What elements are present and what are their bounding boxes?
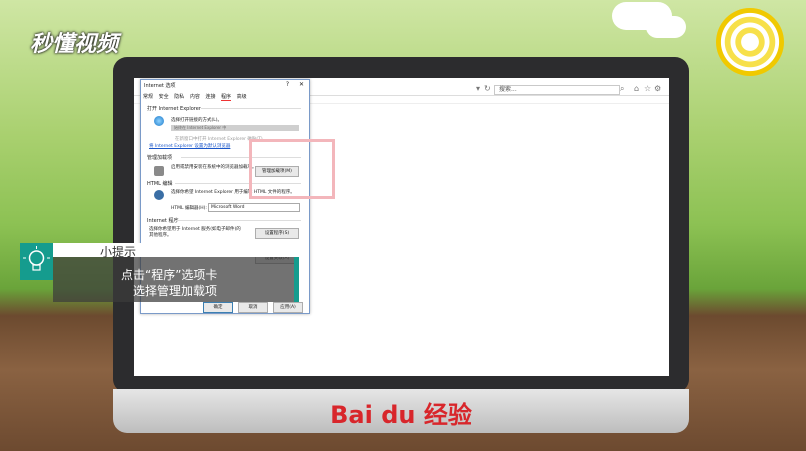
tab-privacy[interactable]: 隐私: [174, 93, 184, 100]
tip-line-2: 选择管理加载项: [133, 284, 218, 298]
ok-button[interactable]: 确定: [203, 302, 233, 313]
settings-icon[interactable]: ⚙: [654, 84, 661, 93]
html-editor-select[interactable]: Microsoft Word: [208, 203, 300, 212]
search-input[interactable]: 搜索...: [494, 85, 620, 95]
tab-strip: 常规 安全 隐私 内容 连接 程序 高级: [143, 93, 251, 101]
section-internet-programs: Internet 程序: [147, 218, 179, 224]
highlight-frame: [249, 139, 335, 199]
set-programs-button[interactable]: 设置程序(S): [255, 228, 299, 239]
monitor-chin: Bai du 经验: [113, 389, 689, 433]
brand-logo: 秒懂视频: [30, 32, 119, 57]
tip-stripe: [294, 257, 299, 302]
cloud: [646, 16, 686, 38]
home-icon[interactable]: ⌂: [634, 84, 639, 93]
tab-general[interactable]: 常规: [143, 93, 153, 100]
star-icon[interactable]: ☆: [644, 84, 651, 93]
addons-desc: 启用或禁用安装在系统中的浏览器加载项。: [171, 165, 257, 170]
html-editor-label: HTML 编辑器(H):: [171, 206, 207, 211]
baidu-logo: Bai du 经验: [330, 401, 472, 429]
section-open-ie: 打开 Internet Explorer: [147, 106, 201, 112]
screen: ▾ ↻ 搜索... ⌕ ⌂ ☆ ⚙ Internet 选项 ? ✕ 常规 安全 …: [134, 78, 669, 376]
divider: [175, 220, 301, 221]
cancel-button[interactable]: 取消: [238, 302, 268, 313]
lightbulb-icon: [20, 243, 53, 280]
close-button[interactable]: ✕: [299, 81, 304, 88]
default-browser-link[interactable]: 将 Internet Explorer 设置为默认浏览器: [149, 143, 230, 149]
search-icon[interactable]: ⌕: [620, 84, 624, 94]
sun-icon: [716, 8, 784, 76]
tab-content[interactable]: 内容: [190, 93, 200, 100]
section-html-editing: HTML 编辑: [147, 181, 173, 187]
ie-icon: [154, 116, 164, 126]
tip-line-1: 点击“程序”选项卡: [121, 268, 218, 282]
html-edit-icon: [154, 190, 164, 200]
programs-desc: 选择你希望用于 Internet 服务(如电子邮件)的其他程序。: [149, 227, 241, 238]
open-ie-desc: 选择打开链接的方式(L)。: [171, 118, 223, 123]
dialog-title: Internet 选项: [144, 83, 176, 89]
background-scene: 秒懂视频 Bai du 经验 ▾ ↻ 搜索... ⌕ ⌂ ☆ ⚙ Interne…: [0, 0, 806, 451]
divider: [201, 108, 301, 109]
addons-icon: [154, 166, 164, 176]
dropdown-icon[interactable]: ▾: [476, 84, 480, 93]
refresh-icon[interactable]: ↻: [484, 84, 491, 93]
tab-connections[interactable]: 连接: [205, 93, 215, 100]
tip-title: 小提示: [100, 245, 137, 259]
help-button[interactable]: ?: [286, 81, 289, 88]
section-addons: 管理加载项: [147, 155, 173, 161]
open-link-select[interactable]: 始终在 Internet Explorer 中: [171, 125, 299, 131]
tab-programs[interactable]: 程序: [221, 93, 232, 101]
apply-button[interactable]: 应用(A): [273, 302, 303, 313]
tab-security[interactable]: 安全: [159, 93, 169, 100]
tab-advanced[interactable]: 高级: [237, 93, 247, 100]
tip-header-bar: [53, 243, 299, 257]
